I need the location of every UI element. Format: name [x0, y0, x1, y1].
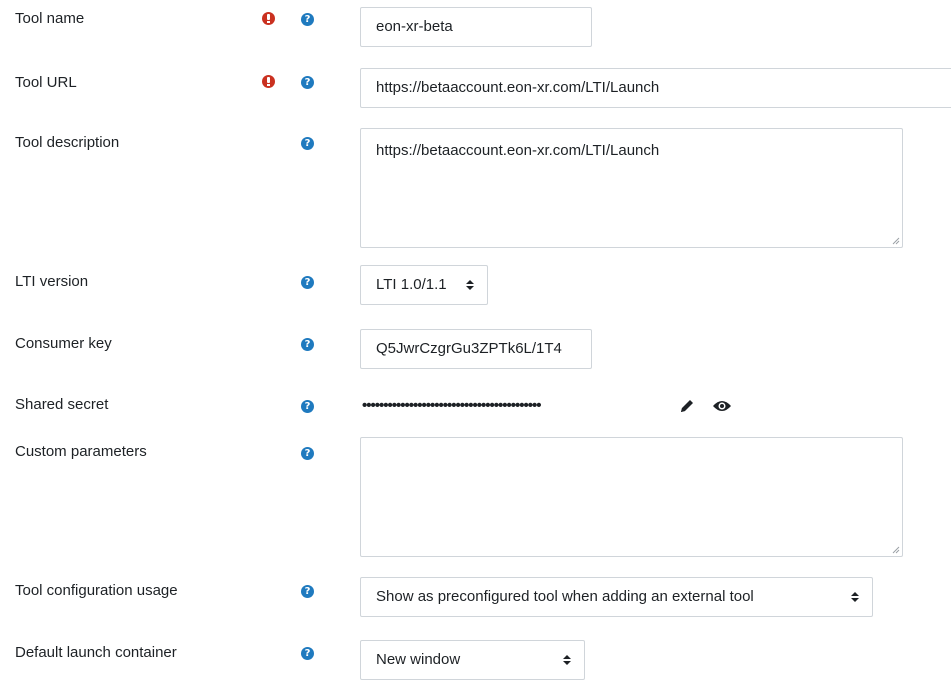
tool-description-text: https://betaaccount.eon-xr.com/LTI/Launc… [376, 142, 660, 159]
resize-handle-icon[interactable] [892, 546, 900, 554]
pencil-icon[interactable] [679, 398, 695, 414]
help-icon[interactable]: ? [301, 585, 314, 598]
help-icon[interactable]: ? [301, 400, 314, 413]
lti-version-value: LTI 1.0/1.1 [376, 276, 447, 293]
sort-caret-icon [851, 592, 859, 602]
tool-description-label: Tool description [15, 134, 120, 151]
help-icon[interactable]: ? [301, 13, 314, 26]
help-icon[interactable]: ? [301, 338, 314, 351]
shared-secret-masked: ••••••••••••••••••••••••••••••••••••••••… [362, 397, 542, 414]
tool-name-input[interactable]: eon-xr-beta [360, 7, 592, 47]
tool-name-label: Tool name [15, 10, 85, 27]
required-icon [262, 75, 275, 88]
tool-configuration-usage-select[interactable]: Show as preconfigured tool when adding a… [360, 577, 873, 617]
sort-caret-icon [466, 280, 474, 290]
tool-configuration-usage-label: Tool configuration usage [15, 582, 178, 599]
help-icon[interactable]: ? [301, 276, 314, 289]
tool-configuration-usage-value: Show as preconfigured tool when adding a… [376, 588, 754, 605]
help-icon[interactable]: ? [301, 447, 314, 460]
help-icon[interactable]: ? [301, 76, 314, 89]
help-icon[interactable]: ? [301, 647, 314, 660]
tool-url-input[interactable]: https://betaaccount.eon-xr.com/LTI/Launc… [360, 68, 951, 108]
lti-version-select[interactable]: LTI 1.0/1.1 [360, 265, 488, 305]
tool-description-textarea[interactable]: https://betaaccount.eon-xr.com/LTI/Launc… [360, 128, 903, 248]
shared-secret-label: Shared secret [15, 396, 109, 413]
required-icon [262, 12, 275, 25]
lti-version-label: LTI version [15, 273, 89, 290]
resize-handle-icon[interactable] [892, 237, 900, 245]
sort-caret-icon [563, 655, 571, 665]
custom-parameters-textarea[interactable] [360, 437, 903, 557]
eye-icon[interactable] [712, 399, 732, 413]
consumer-key-label: Consumer key [15, 335, 112, 352]
default-launch-container-value: New window [376, 651, 461, 668]
default-launch-container-select[interactable]: New window [360, 640, 585, 680]
help-icon[interactable]: ? [301, 137, 314, 150]
default-launch-container-label: Default launch container [15, 644, 177, 661]
consumer-key-input[interactable]: Q5JwrCzgrGu3ZPTk6L/1T4 [360, 329, 592, 369]
tool-url-label: Tool URL [15, 74, 77, 91]
custom-parameters-label: Custom parameters [15, 443, 147, 460]
